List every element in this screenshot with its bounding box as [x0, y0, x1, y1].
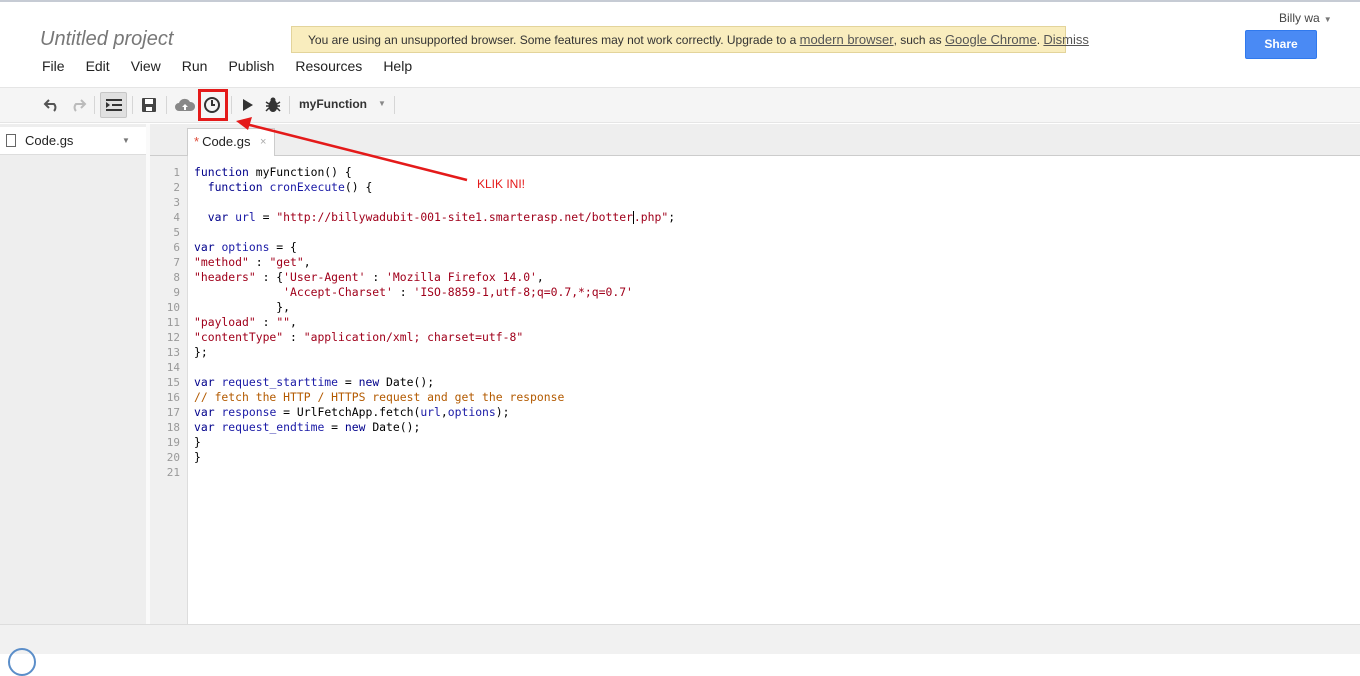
line-number: 7 [173, 256, 180, 269]
run-icon[interactable] [236, 93, 260, 117]
line-number: 8 [173, 271, 180, 284]
code-line[interactable]: }; [194, 345, 208, 360]
menu-view[interactable]: View [123, 58, 161, 76]
code-line[interactable]: var url = "http://billywadubit-001-site1… [194, 210, 675, 225]
trigger-highlight-box [198, 89, 228, 121]
tab-label: Code.gs [202, 134, 251, 149]
dismiss-link[interactable]: Dismiss [1043, 32, 1089, 47]
line-number: 13 [166, 346, 180, 359]
code-line[interactable]: "contentType" : "application/xml; charse… [194, 330, 523, 345]
code-line[interactable]: 'Accept-Charset' : 'ISO-8859-1,utf-8;q=0… [194, 285, 633, 300]
top-border [0, 0, 1360, 2]
chevron-down-icon: ▼ [1323, 15, 1332, 24]
save-icon[interactable] [137, 93, 161, 117]
code-line[interactable]: // fetch the HTTP / HTTPS request and ge… [194, 390, 564, 405]
line-number: 17 [166, 406, 180, 419]
line-number: 3 [173, 196, 180, 209]
user-menu[interactable]: Billy wa ▼ [1279, 11, 1332, 25]
user-name: Billy wa [1279, 11, 1320, 25]
line-number: 11 [166, 316, 180, 329]
line-number: 21 [166, 466, 180, 479]
toolbar-separator [231, 96, 232, 114]
code-line[interactable]: function cronExecute() { [194, 180, 373, 195]
cloud-upload-icon[interactable] [173, 93, 197, 117]
menu-run[interactable]: Run [174, 58, 208, 76]
code-line[interactable]: var request_starttime = new Date(); [194, 375, 434, 390]
line-number: 4 [173, 211, 180, 224]
code-line[interactable]: "payload" : "", [194, 315, 297, 330]
menu-edit[interactable]: Edit [78, 58, 110, 76]
warning-text: You are using an unsupported browser. So… [308, 33, 797, 47]
project-title[interactable]: Untitled project [40, 28, 173, 51]
toolbar-separator [166, 96, 167, 114]
unsupported-browser-banner: You are using an unsupported browser. So… [291, 26, 1089, 53]
line-number: 5 [173, 226, 180, 239]
function-select[interactable]: myFunction [299, 97, 367, 111]
menu-publish[interactable]: Publish [220, 58, 274, 76]
line-number: 14 [166, 361, 180, 374]
unsaved-marker: * [194, 134, 200, 149]
share-button[interactable]: Share [1245, 30, 1317, 59]
status-bar [0, 624, 1360, 654]
code-line[interactable]: } [194, 435, 201, 450]
chevron-down-icon[interactable]: ▼ [378, 99, 386, 108]
code-line[interactable]: "method" : "get", [194, 255, 311, 270]
menu-file[interactable]: File [34, 58, 65, 76]
help-icon[interactable] [8, 648, 36, 676]
code-line[interactable]: "headers" : {'User-Agent' : 'Mozilla Fir… [194, 270, 544, 285]
toolbar-separator [394, 96, 395, 114]
code-line[interactable]: var response = UrlFetchApp.fetch(url,opt… [194, 405, 510, 420]
line-number: 1 [173, 166, 180, 179]
line-number: 15 [166, 376, 180, 389]
close-icon[interactable]: × [260, 129, 266, 155]
sidebar-file-code-gs[interactable]: Code.gs ▼ [0, 127, 146, 155]
annotation-label: KLIK INI! [477, 177, 526, 191]
toolbar-separator [94, 96, 95, 114]
modern-browser-link[interactable]: modern browser [800, 32, 894, 47]
menu-bar: File Edit View Run Publish Resources Hel… [34, 58, 425, 76]
code-line[interactable]: function myFunction() { [194, 165, 352, 180]
file-sidebar: Code.gs ▼ [0, 124, 146, 624]
code-line[interactable]: } [194, 450, 201, 465]
toolbar-separator [132, 96, 133, 114]
line-number: 10 [166, 301, 180, 314]
code-editor[interactable]: 1 function myFunction() { 2 function cronE… [150, 156, 1360, 624]
line-number: 12 [166, 331, 180, 344]
code-line[interactable]: }, [194, 300, 290, 315]
sidebar-file-label: Code.gs [25, 133, 74, 148]
indent-icon[interactable] [100, 92, 127, 118]
tab-code-gs[interactable]: * Code.gs × [187, 128, 275, 156]
line-number: 18 [166, 421, 180, 434]
warning-mid: , such as [893, 33, 942, 47]
line-number: 19 [166, 436, 180, 449]
debug-icon[interactable] [261, 93, 285, 117]
toolbar-separator [289, 96, 290, 114]
menu-resources[interactable]: Resources [287, 58, 362, 76]
line-number: 20 [166, 451, 180, 464]
google-chrome-link[interactable]: Google Chrome [945, 32, 1037, 47]
code-line[interactable]: var options = { [194, 240, 297, 255]
document-icon [6, 134, 16, 147]
line-number: 6 [173, 241, 180, 254]
chevron-down-icon[interactable]: ▼ [122, 127, 130, 155]
editor-tab-bar: * Code.gs × [150, 124, 1360, 156]
line-number: 16 [166, 391, 180, 404]
warning-end: . [1036, 33, 1041, 47]
undo-icon[interactable] [40, 93, 64, 117]
redo-icon[interactable] [66, 93, 90, 117]
code-line[interactable]: var request_endtime = new Date(); [194, 420, 420, 435]
menu-help[interactable]: Help [375, 58, 412, 76]
line-number: 9 [173, 286, 180, 299]
line-number: 2 [173, 181, 180, 194]
